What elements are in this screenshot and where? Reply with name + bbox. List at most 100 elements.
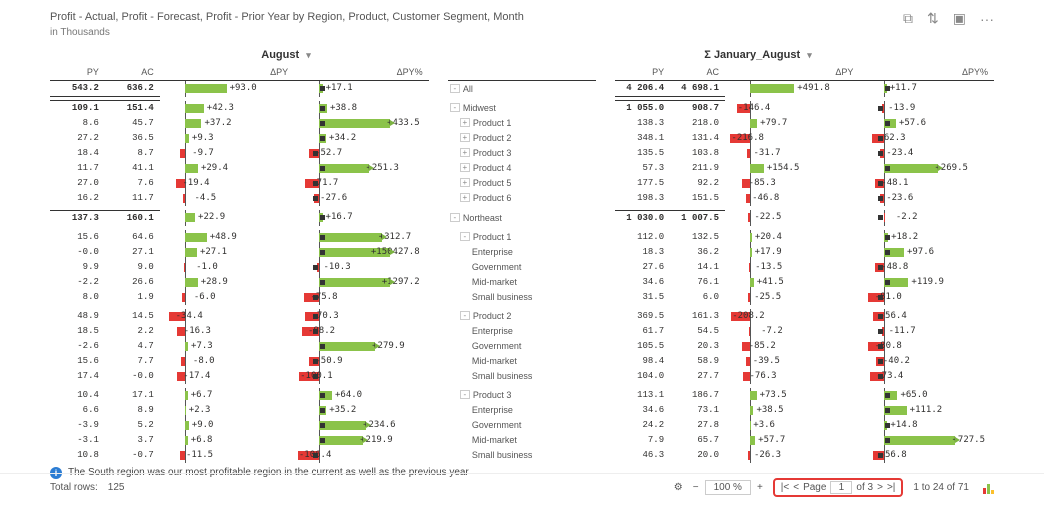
collapse-icon[interactable]: - bbox=[460, 232, 470, 241]
row-label[interactable]: Government bbox=[448, 418, 596, 433]
row-label[interactable]: +Product 2 bbox=[448, 131, 596, 146]
col-dpy-l[interactable]: ΔPY bbox=[160, 65, 294, 81]
more-icon[interactable]: ··· bbox=[980, 11, 994, 27]
filter-icon[interactable]: ⇅ bbox=[927, 10, 939, 27]
table-row[interactable]: -2.64.7+7.3+279.9Government105.520.3-85.… bbox=[50, 339, 994, 354]
period-left[interactable]: August ▾ bbox=[50, 47, 522, 65]
table-row[interactable]: 109.1151.4+42.3+38.8-Midwest1 055.0908.7… bbox=[50, 101, 994, 117]
copy-icon[interactable]: ⧉ bbox=[903, 10, 913, 27]
row-label[interactable]: Government bbox=[448, 260, 596, 275]
expand-icon[interactable]: + bbox=[460, 148, 470, 157]
col-ac-r[interactable]: AC bbox=[670, 65, 725, 81]
collapse-icon[interactable]: - bbox=[460, 390, 470, 399]
table-row[interactable]: -2.226.6+28.9+1297.2Mid-market34.676.1+4… bbox=[50, 275, 994, 290]
bar-cell: -8.0 bbox=[160, 354, 294, 369]
table-row[interactable]: 15.67.7-8.0-50.9Mid-market98.458.9-39.5-… bbox=[50, 354, 994, 369]
table-row[interactable]: 8.645.7+37.2+433.5+Product 1138.3218.0+7… bbox=[50, 116, 994, 131]
page-input[interactable]: 1 bbox=[830, 481, 852, 494]
expand-icon[interactable]: + bbox=[460, 118, 470, 127]
row-label[interactable]: -Product 1 bbox=[448, 230, 596, 245]
row-label[interactable]: Government bbox=[448, 339, 596, 354]
row-label[interactable]: -Northeast bbox=[448, 210, 596, 226]
table-row[interactable]: 10.8-0.7-11.5-106.4Small business46.320.… bbox=[50, 448, 994, 463]
table-row[interactable]: 17.4-0.0-17.4-100.1Small business104.027… bbox=[50, 369, 994, 384]
bar-cell: -216.8 bbox=[725, 131, 859, 146]
table-row[interactable]: 18.52.2-16.3-88.2Enterprise61.754.5-7.2-… bbox=[50, 324, 994, 339]
table-row[interactable]: 16.211.7-4.5-27.6+Product 6198.3151.5-46… bbox=[50, 191, 994, 206]
value-cell: 4.7 bbox=[105, 339, 160, 354]
table-row[interactable]: 27.07.6-19.4-71.7+Product 5177.592.2-85.… bbox=[50, 176, 994, 191]
collapse-icon[interactable]: - bbox=[450, 103, 460, 112]
bar-cell: +79.7 bbox=[725, 116, 859, 131]
col-ac-l[interactable]: AC bbox=[105, 65, 160, 81]
value-cell: 14.5 bbox=[105, 309, 160, 324]
col-py-l[interactable]: PY bbox=[50, 65, 105, 81]
table-row[interactable]: 11.741.1+29.4+251.3+Product 457.3211.9+1… bbox=[50, 161, 994, 176]
table-row[interactable]: 48.914.5-34.4-70.3-Product 2369.5161.3-2… bbox=[50, 309, 994, 324]
table-row[interactable]: -0.027.1+27.1+150427.8Enterprise18.336.2… bbox=[50, 245, 994, 260]
bar-cell: -80.8 bbox=[859, 339, 994, 354]
zoom-out-button[interactable]: − bbox=[693, 482, 699, 493]
row-label[interactable]: Mid-market bbox=[448, 275, 596, 290]
value-cell: 31.5 bbox=[615, 290, 670, 305]
collapse-icon[interactable]: - bbox=[450, 213, 460, 222]
table-row[interactable]: 10.417.1+6.7+64.0-Product 3113.1186.7+73… bbox=[50, 388, 994, 403]
row-label[interactable]: -Midwest bbox=[448, 101, 596, 117]
table-row[interactable]: 543.2636.2+93.0+17.1-All4 206.44 698.1+4… bbox=[50, 81, 994, 97]
collapse-icon[interactable]: - bbox=[460, 311, 470, 320]
value-cell: 27.2 bbox=[50, 131, 105, 146]
col-py-r[interactable]: PY bbox=[615, 65, 670, 81]
focus-icon[interactable]: ▣ bbox=[953, 10, 966, 27]
page-last-button[interactable]: >| bbox=[887, 482, 895, 493]
value-cell: 109.1 bbox=[50, 101, 105, 117]
table-row[interactable]: 15.664.6+48.9+312.7-Product 1112.0132.5+… bbox=[50, 230, 994, 245]
col-dpy-r[interactable]: ΔPY bbox=[725, 65, 859, 81]
expand-icon[interactable]: + bbox=[460, 163, 470, 172]
row-label[interactable]: Small business bbox=[448, 448, 596, 463]
row-label[interactable]: +Product 3 bbox=[448, 146, 596, 161]
row-label[interactable]: -Product 3 bbox=[448, 388, 596, 403]
gear-icon[interactable]: ⚙ bbox=[674, 482, 683, 493]
page-first-button[interactable]: |< bbox=[781, 482, 789, 493]
row-label[interactable]: Enterprise bbox=[448, 324, 596, 339]
table-row[interactable]: 8.01.9-6.0-75.8Small business31.56.0-25.… bbox=[50, 290, 994, 305]
page-next-button[interactable]: > bbox=[877, 482, 883, 493]
minichart-icon[interactable] bbox=[983, 482, 994, 494]
table-row[interactable]: 18.48.7-9.7-52.7+Product 3135.5103.8-31.… bbox=[50, 146, 994, 161]
table-row[interactable]: 27.236.5+9.3+34.2+Product 2348.1131.4-21… bbox=[50, 131, 994, 146]
row-label[interactable]: Mid-market bbox=[448, 354, 596, 369]
expand-icon[interactable]: + bbox=[460, 193, 470, 202]
row-label[interactable]: +Product 1 bbox=[448, 116, 596, 131]
page-prev-button[interactable]: < bbox=[793, 482, 799, 493]
col-dpyp-r[interactable]: ΔPY% bbox=[859, 65, 994, 81]
bar-cell: -71.7 bbox=[294, 176, 428, 191]
expand-icon[interactable]: + bbox=[460, 133, 470, 142]
expand-icon[interactable]: + bbox=[460, 178, 470, 187]
row-label[interactable]: -Product 2 bbox=[448, 309, 596, 324]
zoom-value[interactable]: 100 % bbox=[705, 480, 751, 495]
value-cell: 34.6 bbox=[615, 403, 670, 418]
row-label[interactable]: Small business bbox=[448, 369, 596, 384]
zoom-in-button[interactable]: + bbox=[757, 482, 763, 493]
row-label[interactable]: +Product 5 bbox=[448, 176, 596, 191]
row-label[interactable]: +Product 6 bbox=[448, 191, 596, 206]
table-row[interactable]: 9.99.0-1.0-10.3Government27.614.1-13.5-4… bbox=[50, 260, 994, 275]
row-label[interactable]: Small business bbox=[448, 290, 596, 305]
row-label[interactable]: +Product 4 bbox=[448, 161, 596, 176]
table-row[interactable]: -3.95.2+9.0+234.6Government24.227.8+3.6+… bbox=[50, 418, 994, 433]
row-label[interactable]: Enterprise bbox=[448, 245, 596, 260]
value-cell: 45.7 bbox=[105, 116, 160, 131]
row-label[interactable]: Mid-market bbox=[448, 433, 596, 448]
period-right[interactable]: Σ January_August ▾ bbox=[522, 47, 994, 65]
table-row[interactable]: -3.13.7+6.8+219.9Mid-market7.965.7+57.7+… bbox=[50, 433, 994, 448]
row-label[interactable]: -All bbox=[448, 81, 596, 97]
value-cell: 8.9 bbox=[105, 403, 160, 418]
table-row[interactable]: 137.3160.1+22.9+16.7-Northeast1 030.01 0… bbox=[50, 210, 994, 226]
table-row[interactable]: 6.68.9+2.3+35.2Enterprise34.673.1+38.5+1… bbox=[50, 403, 994, 418]
bar-cell: +3.6 bbox=[725, 418, 859, 433]
col-dpyp-l[interactable]: ΔPY% bbox=[294, 65, 428, 81]
collapse-icon[interactable]: - bbox=[450, 84, 460, 93]
value-cell: 348.1 bbox=[615, 131, 670, 146]
row-label[interactable]: Enterprise bbox=[448, 403, 596, 418]
bar-cell: -85.2 bbox=[725, 339, 859, 354]
